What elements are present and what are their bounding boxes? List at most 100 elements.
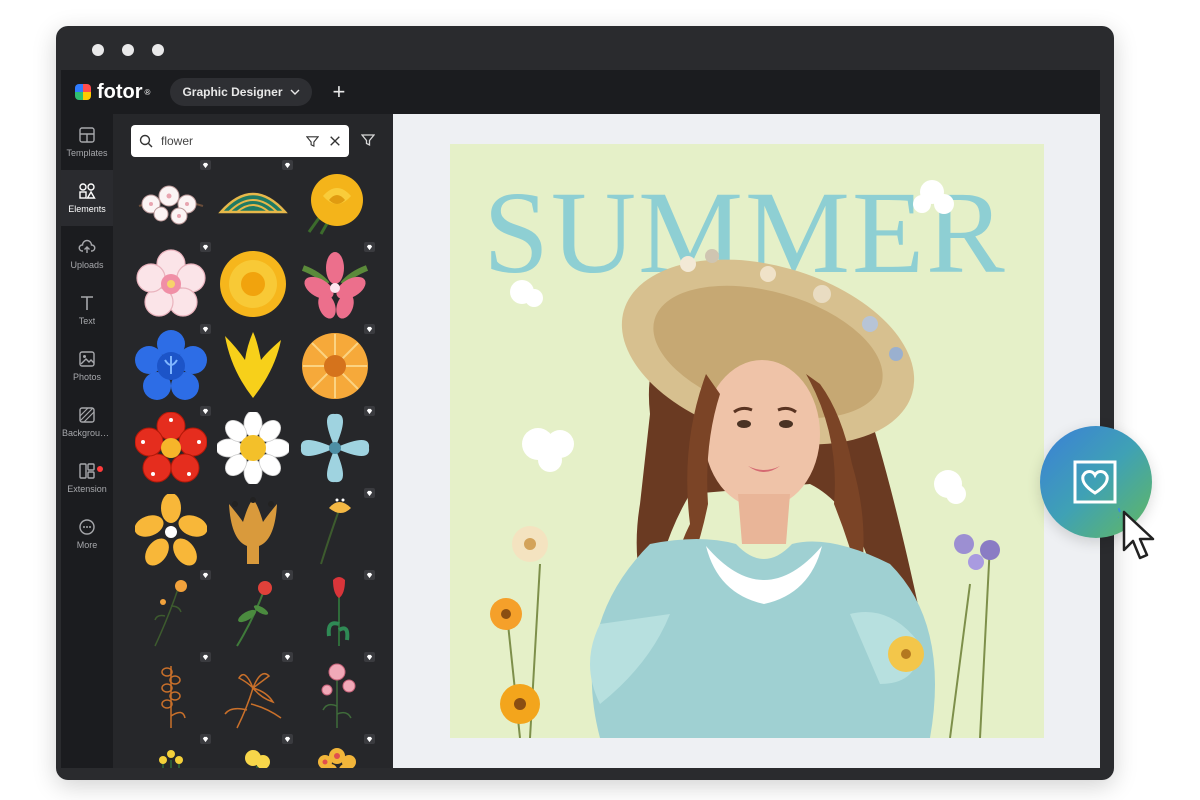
more-icon [79,519,95,535]
sidebar-item-templates[interactable]: Templates [61,114,113,170]
yellow-flower-icon [245,750,270,768]
sidebar-item-label: Templates [66,148,108,158]
upload-icon [78,239,96,253]
premium-icon [200,242,211,252]
sidebar-item-label: Text [78,316,96,326]
mode-dropdown[interactable]: Graphic Designer [170,78,313,106]
premium-icon [364,488,375,498]
premium-icon [200,324,211,334]
flower-bunch-icon [318,748,356,768]
element-yellow-flower-small[interactable] [215,734,293,768]
sidebar-item-more[interactable]: More [61,506,113,562]
pink-lily-icon [301,252,369,319]
lily-sketch-icon [224,673,282,729]
close-icon[interactable] [329,135,341,147]
element-light-blue-flower[interactable] [297,406,375,486]
element-white-blossom-branch[interactable] [133,160,211,240]
premium-icon [200,570,211,580]
element-yellow-chrysanthemum[interactable] [215,246,291,322]
premium-icon [200,652,211,662]
notification-dot [97,466,103,472]
premium-icon [364,570,375,580]
premium-icon [282,652,293,662]
app-window: fotor ® Graphic Designer + Templates Ele… [56,26,1114,780]
element-white-daisy[interactable] [215,410,291,486]
sidebar: Templates Elements Uploads Text Photos B… [61,114,113,768]
lavender-sketch-icon [161,666,186,728]
chrysanthemum-icon [220,251,286,317]
yellow-rose-icon [307,174,363,235]
element-orange-lavender-sketch[interactable] [133,652,211,732]
sidebar-item-uploads[interactable]: Uploads [61,226,113,282]
elements-icon [79,183,96,199]
sidebar-item-text[interactable]: Text [61,282,113,338]
element-red-flower[interactable] [133,406,211,486]
premium-icon [282,570,293,580]
element-orange-flower-bunch[interactable] [297,734,375,768]
window-dot-maximize[interactable] [152,44,164,56]
window-dot-close[interactable] [92,44,104,56]
premium-icon [364,652,375,662]
sidebar-item-background[interactable]: Backgroun... [61,394,113,450]
design-canvas[interactable]: SUMMER [450,144,1044,738]
red-tulip-sprig-icon [326,577,350,646]
red-flower-icon [135,412,207,483]
element-pink-cherry-blossom[interactable] [133,242,211,322]
sidebar-item-label: Extension [67,484,107,494]
templates-icon [79,127,95,143]
element-orange-daisy-simple[interactable] [133,492,209,568]
add-button[interactable]: + [332,81,345,103]
filter-icon[interactable] [361,133,375,147]
stage: fotor ® Graphic Designer + Templates Ele… [0,0,1200,800]
sidebar-item-label: Uploads [70,260,104,270]
sidebar-item-label: Elements [68,204,106,214]
portrait-photo[interactable] [450,144,1044,738]
element-red-flower-sprig[interactable] [215,570,293,650]
element-blue-flower[interactable] [133,324,211,404]
search-box[interactable] [131,125,349,157]
sidebar-item-elements[interactable]: Elements [61,170,113,226]
extension-icon [79,463,95,479]
flower-stem-icon [320,498,351,565]
simple-flower-icon [135,494,207,566]
element-orange-tulip[interactable] [215,492,291,568]
filter-icon[interactable] [306,135,319,148]
element-yellow-rose[interactable] [297,164,373,240]
light-blue-flower-icon [300,413,370,483]
top-bar: fotor ® Graphic Designer + [61,70,1100,114]
element-pink-flower-sketch[interactable] [297,652,375,732]
window-controls [92,44,164,56]
element-pink-lily[interactable] [297,242,375,322]
sidebar-item-photos[interactable]: Photos [61,338,113,394]
pink-flower-sketch-icon [321,663,356,728]
premium-icon [364,242,375,252]
sidebar-item-extension[interactable]: Extension [61,450,113,506]
window-dot-minimize[interactable] [122,44,134,56]
canvas-area: SUMMER [393,114,1100,768]
element-yellow-flower-cluster[interactable] [133,734,211,768]
element-red-tulip-sprig[interactable] [297,570,375,650]
element-orange-daisy[interactable] [297,324,375,404]
brand-registered: ® [144,87,151,97]
premium-icon [282,160,293,170]
element-orange-flower-stem[interactable] [297,488,375,568]
element-green-pine-bough[interactable] [215,160,293,240]
element-yellow-tulip[interactable] [215,328,291,404]
mouse-cursor-icon [1118,508,1155,560]
fotor-logo[interactable]: fotor ® [75,81,150,104]
photo-icon [79,351,95,367]
orange-tulip-icon [229,497,277,564]
premium-icon [282,734,293,744]
premium-icon [200,734,211,744]
premium-icon [200,406,211,416]
sidebar-item-label: Backgroun... [62,428,112,438]
search-input[interactable] [161,134,298,148]
premium-icon [364,734,375,744]
flower-cluster-icon [159,750,183,768]
white-blossom-icon [138,185,204,225]
sidebar-item-label: More [76,540,98,550]
premium-icon [364,324,375,334]
elements-panel [113,114,393,768]
element-orange-lily-sketch[interactable] [215,652,293,732]
element-orange-flower-sprig[interactable] [133,570,211,650]
